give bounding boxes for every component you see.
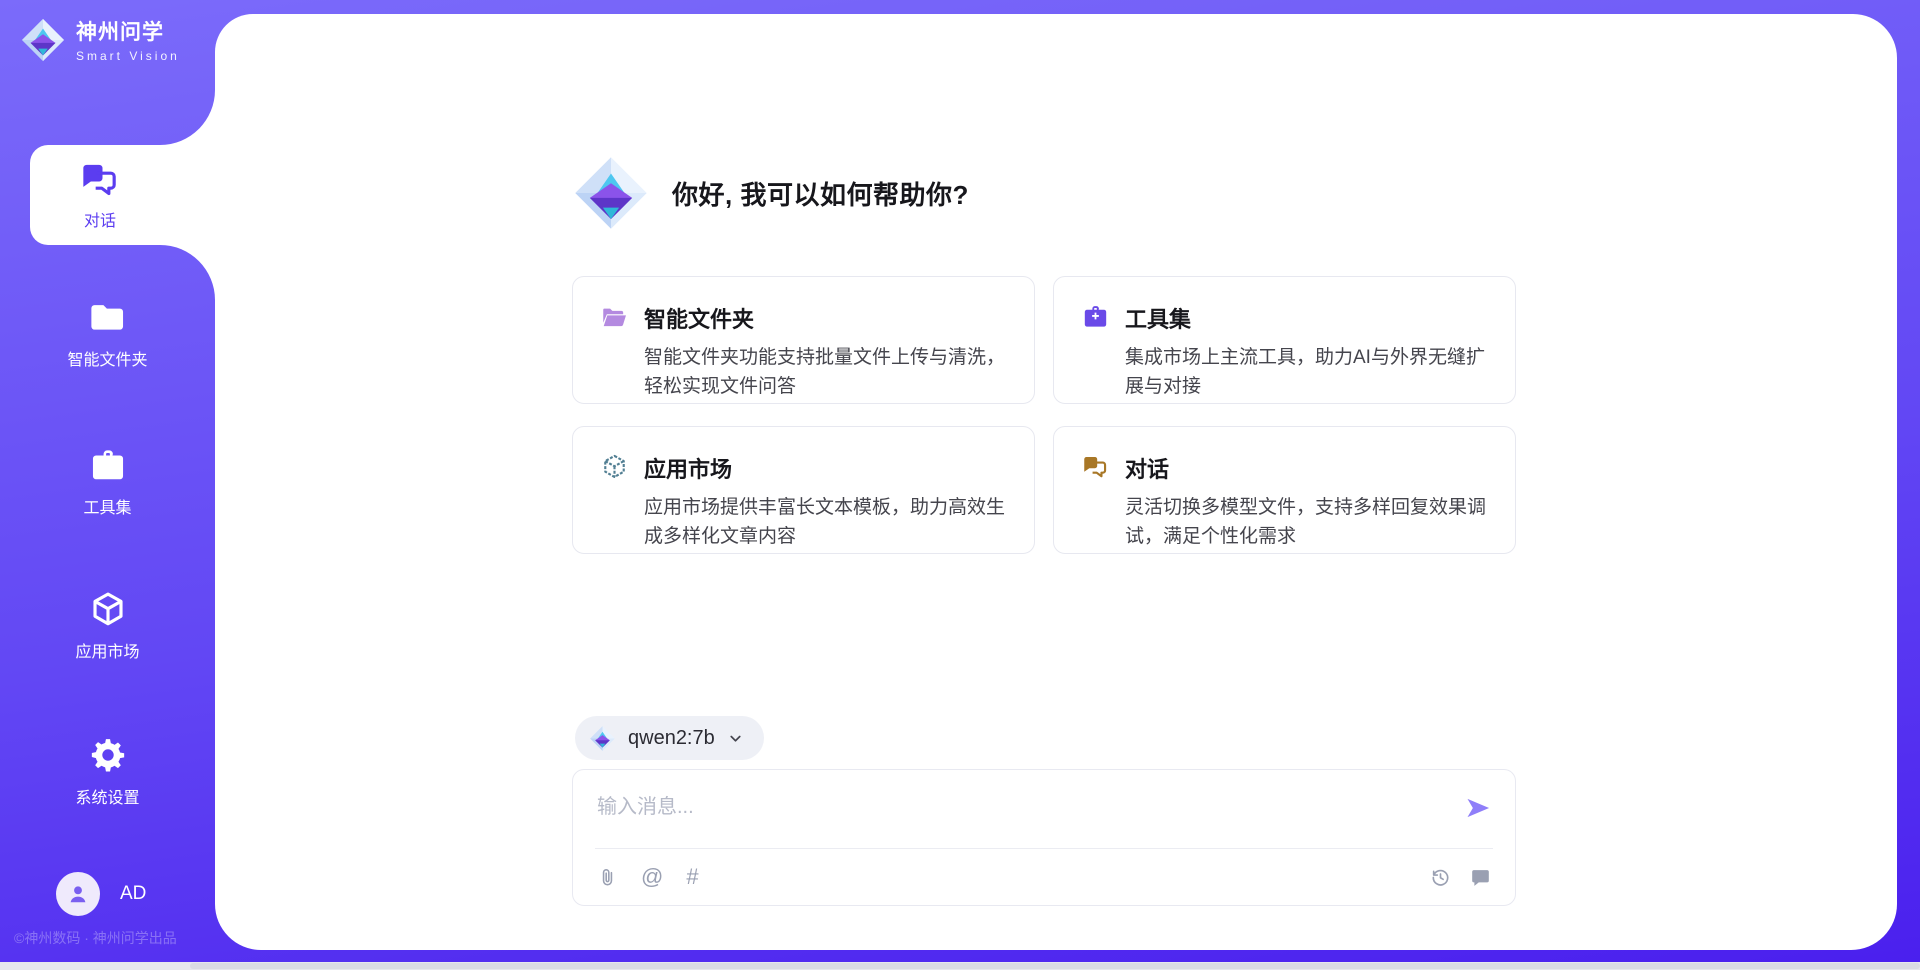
sidebar-item-label: 智能文件夹 [67,346,147,370]
card-description: 智能文件夹功能支持批量文件上传与清洗，轻松实现文件问答 [644,343,1019,401]
send-button[interactable] [1463,794,1493,824]
model-diamond-logo-icon [589,725,616,752]
person-icon [65,881,91,907]
sidebar-item-label: 对话 [84,207,116,231]
hashtag-button[interactable]: # [686,866,698,888]
toolbox-icon [89,446,127,484]
sidebar-item-chat[interactable]: 对话 [30,145,215,245]
tab-fillet-bottom [160,245,215,300]
card-title: 智能文件夹 [644,302,1019,334]
scrollbar-thumb[interactable] [190,963,1920,969]
chevron-down-icon [727,730,744,747]
brand-name: 神州问学 [76,16,180,46]
sidebar-footer-credit: ©神州数码 · 神州问学出品 [14,928,177,948]
hash-icon: # [686,866,698,888]
brand: 神州问学 Smart Vision [20,16,180,63]
history-icon [1430,867,1451,888]
send-icon [1464,794,1492,822]
model-selector[interactable]: qwen2:7b [575,716,764,760]
gear-icon [89,736,127,774]
user-profile[interactable]: AD [56,872,146,916]
card-smart-folder[interactable]: 智能文件夹 智能文件夹功能支持批量文件上传与清洗，轻松实现文件问答 [572,276,1035,404]
card-description: 集成市场上主流工具，助力AI与外界无缝扩展与对接 [1125,343,1500,401]
card-toolset[interactable]: 工具集 集成市场上主流工具，助力AI与外界无缝扩展与对接 [1053,276,1516,404]
greeting-diamond-logo-icon [572,154,650,232]
cube-grid-icon [601,453,628,480]
card-title: 对话 [1125,452,1500,484]
main-panel: 你好, 我可以如何帮助你? 智能文件夹 智能文件夹功能支持批量文件上传与清洗，轻… [215,14,1897,950]
horizontal-scrollbar[interactable] [0,962,1920,970]
toolbox-icon [1082,303,1109,330]
tab-fillet-top [160,90,215,145]
sidebar-item-smart-folder[interactable]: 智能文件夹 [0,298,215,370]
attachment-icon [597,867,618,888]
folder-icon [89,298,127,336]
attach-file-button[interactable] [597,867,618,888]
chat-icon [1082,453,1109,480]
new-chat-button[interactable] [1470,867,1491,888]
cube-icon [89,590,127,628]
card-title: 工具集 [1125,302,1500,334]
model-name: qwen2:7b [628,727,715,750]
card-title: 应用市场 [644,452,1019,484]
card-chat[interactable]: 对话 灵活切换多模型文件，支持多样回复效果调试，满足个性化需求 [1053,426,1516,554]
sidebar-item-label: 工具集 [83,494,131,518]
brand-subtitle: Smart Vision [76,49,180,63]
user-initials: AD [120,883,146,905]
message-input[interactable] [597,790,1437,854]
chat-icon [80,159,120,199]
message-composer: @ # [572,769,1516,906]
open-folder-icon [601,303,628,330]
sidebar-item-label: 应用市场 [75,638,139,662]
sidebar-item-settings[interactable]: 系统设置 [0,736,215,808]
card-app-market[interactable]: 应用市场 应用市场提供丰富长文本模板，助力高效生成多样化文章内容 [572,426,1035,554]
card-description: 灵活切换多模型文件，支持多样回复效果调试，满足个性化需求 [1125,493,1500,551]
greeting-text: 你好, 我可以如何帮助你? [672,175,969,212]
brand-diamond-logo-icon [20,17,66,63]
feature-cards: 智能文件夹 智能文件夹功能支持批量文件上传与清洗，轻松实现文件问答 工具集 集成… [572,276,1516,554]
greeting: 你好, 我可以如何帮助你? [572,154,969,232]
sidebar-item-app-market[interactable]: 应用市场 [0,590,215,662]
mention-button[interactable]: @ [641,866,663,888]
sidebar: 神州问学 Smart Vision 对话 智能文件夹 工具集 应用市场 系统设置… [0,0,215,970]
sidebar-item-toolset[interactable]: 工具集 [0,446,215,518]
card-description: 应用市场提供丰富长文本模板，助力高效生成多样化文章内容 [644,493,1019,551]
sidebar-item-label: 系统设置 [75,784,139,808]
chat-square-icon [1470,867,1491,888]
mention-icon: @ [641,866,663,888]
history-button[interactable] [1430,867,1451,888]
avatar [56,872,100,916]
